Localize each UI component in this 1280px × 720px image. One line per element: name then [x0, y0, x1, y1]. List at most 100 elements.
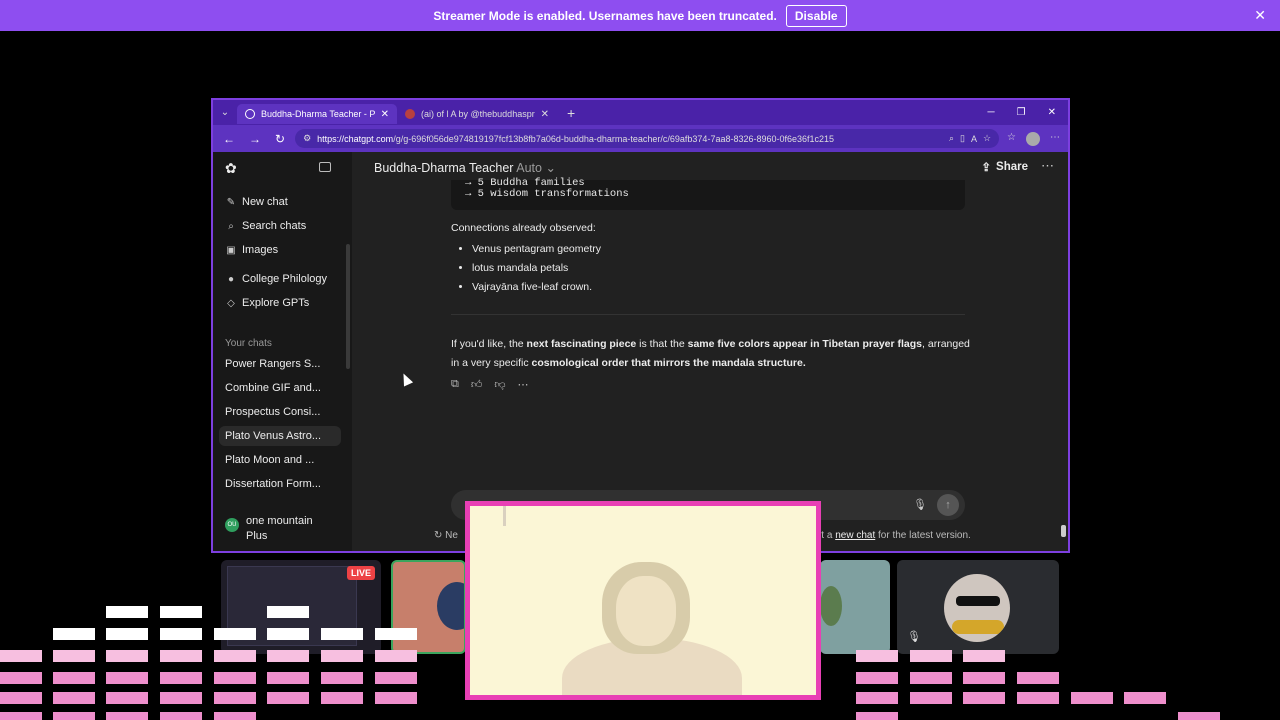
copy-icon[interactable]: ⧉: [451, 378, 459, 391]
tab-bar: ⌄ Buddha-Dharma Teacher - Plato V ✕ (ai)…: [213, 100, 1068, 125]
eq-bar: [160, 606, 202, 618]
more-options-icon[interactable]: ⋯: [1041, 158, 1054, 174]
read-aloud-icon[interactable]: A: [971, 134, 977, 144]
eq-bar: [106, 606, 148, 618]
eq-bar: [214, 628, 256, 640]
eq-bar: [375, 628, 417, 640]
eq-bar: [856, 692, 898, 704]
eq-bar: [910, 672, 952, 684]
tab-list-icon[interactable]: ⌄: [213, 107, 237, 118]
eq-bar: [910, 650, 952, 662]
eq-bar: [856, 672, 898, 684]
eq-bar: [160, 712, 202, 720]
eq-bar: [0, 672, 42, 684]
favorites-icon[interactable]: ☆: [1007, 132, 1016, 146]
eq-bar: [910, 692, 952, 704]
mode-label: Auto: [516, 161, 542, 175]
eq-bar: [856, 712, 898, 720]
muted-mic-icon: 🎙︎: [907, 631, 921, 643]
tab-chatgpt[interactable]: Buddha-Dharma Teacher - Plato V ✕: [237, 104, 397, 124]
sidebar-toggle-icon[interactable]: [319, 162, 331, 172]
gpt-avatar-icon: ●: [227, 273, 235, 285]
participant-tile[interactable]: [820, 560, 890, 654]
sidebar-item-college-philology[interactable]: ● College Philology: [225, 273, 327, 285]
banner-message: Streamer Mode is enabled. Usernames have…: [433, 8, 777, 23]
close-tab-icon[interactable]: ✕: [541, 109, 549, 120]
video-favicon-icon: [405, 109, 415, 119]
page-icon[interactable]: ▯: [960, 133, 965, 144]
new-tab-button[interactable]: +: [557, 105, 585, 121]
eq-bar: [160, 692, 202, 704]
sidebar-item-explore-gpts[interactable]: ◇ Explore GPTs: [225, 297, 309, 309]
zoom-icon[interactable]: ⌕: [949, 133, 954, 144]
eq-bar: [53, 650, 95, 662]
message-actions: ⧉ 👍︎ 👎︎ ⋯: [451, 378, 529, 391]
window-controls: ─ ❐ ✕: [988, 107, 1068, 118]
profile-icon[interactable]: [1026, 131, 1040, 146]
sidebar-scrollbar[interactable]: [346, 244, 350, 369]
disable-button[interactable]: Disable: [785, 4, 847, 27]
eq-bar: [1017, 692, 1059, 704]
eq-bar: [160, 650, 202, 662]
close-icon[interactable]: ✕: [1254, 7, 1266, 24]
eq-bar: [106, 672, 148, 684]
close-window-icon[interactable]: ✕: [1048, 107, 1056, 118]
restore-icon[interactable]: ❐: [1017, 107, 1026, 118]
close-tab-icon[interactable]: ✕: [381, 109, 389, 120]
forward-icon[interactable]: →: [249, 132, 261, 146]
site-info-icon[interactable]: ⚙: [303, 133, 311, 144]
eq-bar: [214, 672, 256, 684]
eq-bar: [375, 692, 417, 704]
eq-bar: [214, 712, 256, 720]
chat-item[interactable]: Combine GIF and...: [219, 378, 341, 398]
eq-bar: [1017, 672, 1059, 684]
sidebar-item-new-chat[interactable]: ✎ New chat: [225, 196, 288, 208]
back-icon[interactable]: ←: [223, 132, 235, 146]
reload-icon[interactable]: ↻: [275, 132, 285, 146]
sidebar-item-search[interactable]: ⌕ Search chats: [225, 220, 306, 232]
connections-heading: Connections already observed:: [451, 222, 596, 234]
webcam-overlay: [465, 501, 821, 700]
send-button[interactable]: ↑: [937, 494, 959, 516]
chat-item[interactable]: Plato Moon and ...: [219, 450, 341, 470]
your-chats-heading: Your chats: [225, 338, 272, 349]
openai-logo-icon[interactable]: ✿: [225, 160, 237, 177]
new-chat-link[interactable]: new chat: [835, 530, 875, 541]
chat-item[interactable]: Dissertation Form...: [219, 474, 341, 494]
live-badge: LIVE: [346, 566, 375, 580]
image-icon: ▣: [226, 244, 236, 256]
participant-tile-muted[interactable]: 🎙︎: [897, 560, 1059, 654]
chat-item[interactable]: Power Rangers S...: [219, 354, 341, 374]
eq-bar: [1071, 692, 1113, 704]
model-selector[interactable]: Buddha-Dharma Teacher Auto ⌄: [374, 160, 556, 175]
eq-bar: [267, 606, 309, 618]
sidebar-item-images[interactable]: ▣ Images: [225, 244, 278, 256]
eq-bar: [53, 692, 95, 704]
main-scrollbar[interactable]: [1061, 525, 1066, 537]
screen: { "banner": { "message": "Streamer Mode …: [0, 0, 1280, 720]
chat-item-selected[interactable]: Plato Venus Astro...: [219, 426, 341, 446]
tab-video[interactable]: (ai) of l A by @thebuddhaspriest ✕: [397, 104, 557, 124]
minimize-icon[interactable]: ─: [988, 107, 995, 118]
thumbs-down-icon[interactable]: 👎︎: [494, 378, 505, 391]
tab-label: (ai) of l A by @thebuddhaspriest: [421, 109, 535, 119]
eq-bar: [321, 672, 363, 684]
share-button[interactable]: ⇪ Share: [981, 160, 1028, 174]
favorite-icon[interactable]: ☆: [983, 133, 991, 144]
participant-avatar: [437, 582, 464, 630]
settings-more-icon[interactable]: ⋯: [1050, 132, 1060, 146]
chevron-down-icon: ⌄: [545, 161, 556, 175]
eq-bar: [53, 712, 95, 720]
user-menu[interactable]: OU one mountain Plus: [225, 514, 313, 544]
share-icon: ⇪: [981, 162, 992, 174]
url-field[interactable]: ⚙ https://chatgpt.com/g/g-696f056de97481…: [295, 129, 1000, 148]
thumbs-up-icon[interactable]: 👍︎: [471, 378, 483, 391]
more-icon[interactable]: ⋯: [518, 378, 529, 391]
chat-item[interactable]: Prospectus Consi...: [219, 402, 341, 422]
list-item: lotus mandala petals: [472, 259, 601, 278]
tab-label: Buddha-Dharma Teacher - Plato V: [261, 109, 375, 119]
eq-bar: [53, 628, 95, 640]
eq-bar: [267, 692, 309, 704]
microphone-icon[interactable]: 🎙︎: [913, 498, 927, 511]
eq-bar: [963, 672, 1005, 684]
